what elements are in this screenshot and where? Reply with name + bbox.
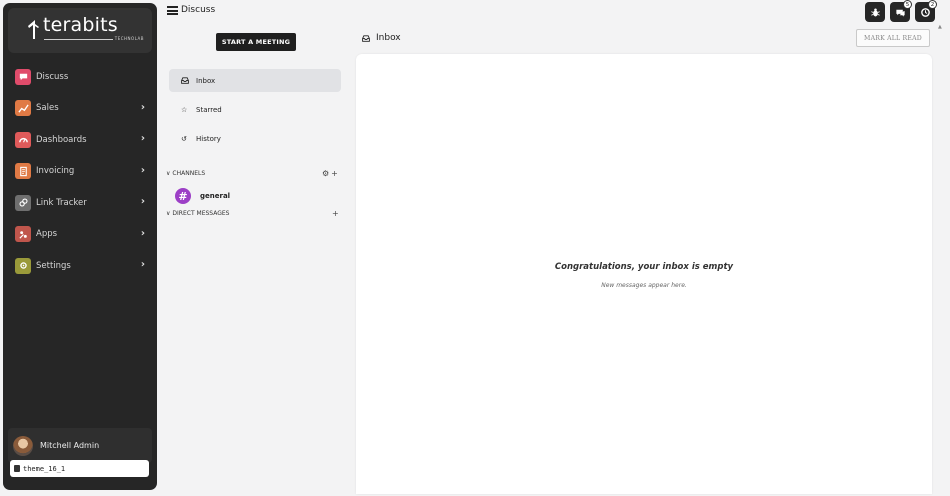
channels-toggle[interactable]: ∨ CHANNELS: [166, 170, 205, 177]
chevron-right-icon: ›: [140, 164, 145, 176]
sidebar-item-discuss[interactable]: Discuss: [3, 61, 157, 93]
sidebar-item-label: Settings: [36, 260, 71, 271]
database-icon: [14, 465, 20, 472]
nav-history-label: History: [196, 134, 221, 143]
clock-icon: [920, 7, 930, 17]
nav-starred[interactable]: ☆ Starred: [169, 98, 341, 121]
chart-icon: [15, 100, 31, 117]
bug-icon: [870, 7, 880, 16]
sidebar-item-settings[interactable]: Settings ›: [3, 250, 157, 282]
activity-count-badge: 2: [928, 0, 937, 9]
nav-inbox-label: Inbox: [196, 76, 216, 85]
brand-tagline: TECHNOLAB: [112, 36, 144, 41]
message-list: Congratulations, your inbox is empty New…: [356, 54, 932, 494]
chat-icon: [15, 68, 31, 85]
activity-button[interactable]: 2: [915, 0, 937, 22]
brand-name: terabits: [43, 14, 118, 36]
direct-messages-header: DIRECT MESSAGES: [172, 210, 230, 217]
channel-settings-icon[interactable]: ⚙: [322, 169, 331, 178]
sidebar-item-label: Sales: [36, 103, 59, 114]
hash-icon: #: [175, 188, 191, 204]
channel-name: general: [200, 192, 231, 200]
mark-all-read-button[interactable]: MARK ALL READ: [856, 29, 930, 47]
channel-item[interactable]: # general: [175, 188, 230, 204]
scroll-up-icon[interactable]: ▲: [938, 24, 942, 30]
discuss-sidebar: START A MEETING Inbox ☆ Starred ↺ Histor…: [159, 28, 352, 490]
avatar: [13, 435, 33, 456]
sidebar-item-label: Discuss: [36, 71, 69, 82]
sidebar-item-invoicing[interactable]: Invoicing ›: [3, 156, 157, 188]
start-meeting-button[interactable]: START A MEETING: [216, 33, 296, 51]
chevron-down-icon: ∨: [166, 170, 171, 177]
sidebar-item-label: Link Tracker: [36, 197, 87, 208]
link-icon: [15, 194, 31, 211]
sidebar-item-link-tracker[interactable]: Link Tracker ›: [3, 187, 157, 219]
thread-title: Inbox: [376, 33, 401, 43]
history-icon: ↺: [181, 134, 187, 143]
chevron-down-icon: ∨: [166, 210, 171, 217]
nav-history[interactable]: ↺ History: [169, 127, 341, 150]
apps-icon: [15, 226, 31, 243]
sidebar-item-sales[interactable]: Sales ›: [3, 93, 157, 125]
app-menu: Discuss Sales › Dashboards › Invoicing ›…: [3, 61, 157, 282]
app-frame: terabits TECHNOLAB Discuss Sales › Dashb…: [0, 0, 950, 496]
database-name: theme_16_1: [23, 464, 66, 473]
direct-messages-toggle[interactable]: ∨ DIRECT MESSAGES: [166, 210, 229, 217]
chevron-right-icon: ›: [140, 259, 145, 270]
channels-header: CHANNELS: [172, 170, 206, 177]
add-direct-message-icon[interactable]: +: [332, 209, 341, 218]
user-menu[interactable]: Mitchell Admin: [8, 428, 152, 463]
brand-mark-icon: [28, 20, 39, 39]
debug-button[interactable]: [865, 2, 885, 22]
chevron-right-icon: ›: [140, 227, 145, 239]
sidebar-item-dashboards[interactable]: Dashboards ›: [3, 124, 157, 156]
empty-state-title: Congratulations, your inbox is empty: [554, 262, 734, 272]
chevron-right-icon: ›: [140, 101, 145, 113]
page-title: Discuss: [181, 5, 216, 15]
sidebar-item-apps[interactable]: Apps ›: [3, 219, 157, 251]
brand-logo[interactable]: terabits TECHNOLAB: [8, 8, 152, 53]
add-channel-icon[interactable]: +: [331, 169, 340, 178]
gauge-icon: [15, 131, 31, 148]
user-name: Mitchell Admin: [40, 441, 100, 450]
sidebar-item-label: Dashboards: [36, 134, 87, 145]
empty-state-subtitle: New messages appear here.: [601, 282, 687, 289]
menu-toggle-icon[interactable]: [167, 6, 178, 15]
chevron-right-icon: ›: [140, 133, 145, 144]
app-sidebar: terabits TECHNOLAB Discuss Sales › Dashb…: [3, 3, 157, 490]
messages-count-badge: 5: [903, 0, 912, 9]
invoice-icon: [15, 163, 31, 180]
chat-bubble-icon: [895, 9, 905, 17]
inbox-icon: [362, 35, 370, 42]
inbox-icon: [181, 77, 190, 84]
nav-inbox[interactable]: Inbox: [169, 69, 341, 92]
gear-icon: [15, 257, 31, 274]
nav-starred-label: Starred: [196, 105, 222, 114]
chevron-right-icon: ›: [140, 196, 145, 207]
messages-button[interactable]: 5: [890, 0, 912, 22]
star-icon: ☆: [181, 105, 188, 114]
sidebar-item-label: Apps: [36, 229, 58, 240]
sidebar-item-label: Invoicing: [36, 166, 75, 177]
database-indicator: theme_16_1: [10, 460, 149, 477]
